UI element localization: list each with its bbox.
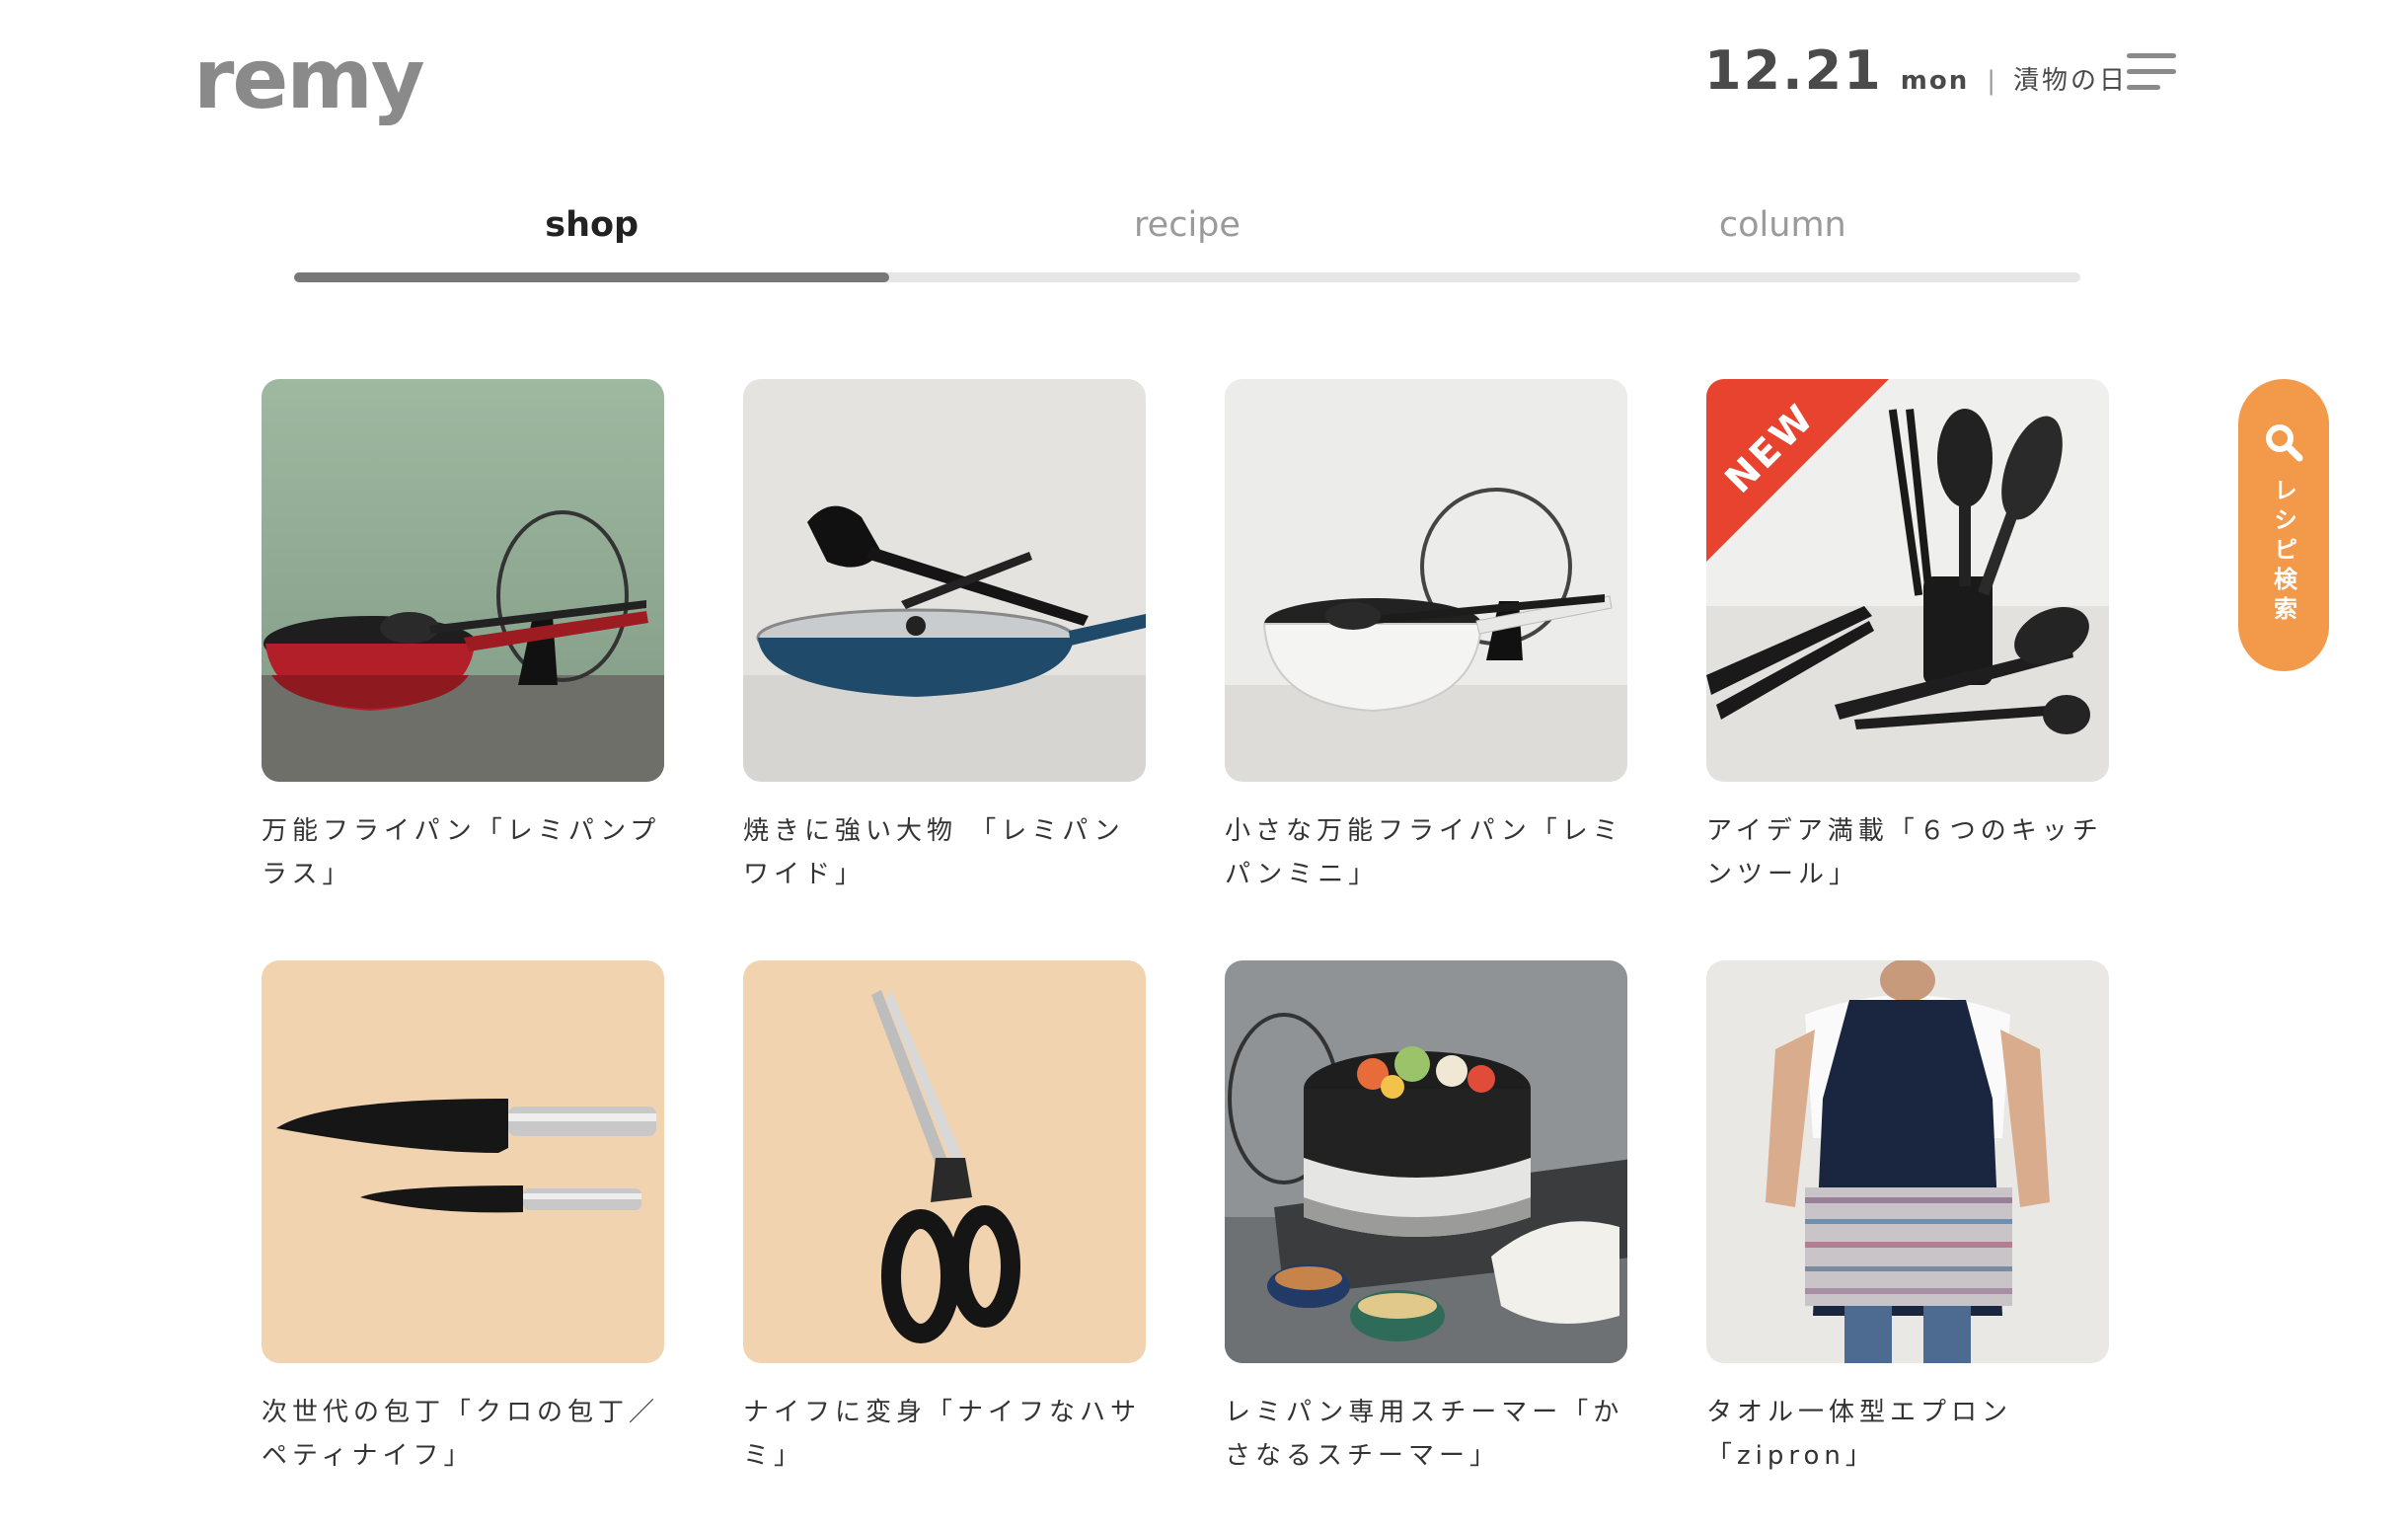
date-number: 12.21 [1703, 39, 1883, 102]
product-image-white-mini-pan[interactable] [1225, 379, 1627, 782]
product-title[interactable]: 焼きに強い大物 「レミパンワイド」 [743, 809, 1146, 896]
product-card[interactable]: NEW アイデア満載「６つのキッチンツール」 [1706, 379, 2109, 960]
tab-column[interactable]: column [1485, 205, 2080, 245]
product-title[interactable]: ナイフに変身「ナイフなハサミ」 [743, 1391, 1146, 1478]
product-title[interactable]: 小さな万能フライパン「レミパンミニ」 [1225, 809, 1627, 896]
product-image-black-scissors[interactable] [743, 960, 1146, 1363]
hamburger-menu-icon[interactable] [2127, 51, 2178, 95]
tab-recipe[interactable]: recipe [889, 205, 1484, 245]
product-title[interactable]: 次世代の包丁「クロの包丁／ペティナイフ」 [262, 1391, 664, 1478]
product-image-apron[interactable] [1706, 960, 2109, 1363]
recipe-search-label: レシピ検索 [2269, 478, 2297, 626]
product-image-kitchen-tools[interactable]: NEW [1706, 379, 2109, 782]
product-grid: 万能フライパン「レミパンプラス」 焼きに強い大物 「レミパンワイド」 小さな万能… [262, 379, 2113, 1528]
date-day-name: 漬物の日 [2012, 66, 2128, 96]
today-date: 12.21 mon | 漬物の日 [1703, 39, 2128, 102]
date-separator: | [1987, 66, 1995, 96]
date-weekday: mon [1900, 66, 1970, 96]
product-title[interactable]: アイデア満載「６つのキッチンツール」 [1706, 809, 2109, 896]
product-card[interactable]: 小さな万能フライパン「レミパンミニ」 [1225, 379, 1627, 960]
remy-logo[interactable]: remy [193, 38, 425, 120]
product-image-steamer[interactable] [1225, 960, 1627, 1363]
section-tabs: shop recipe column [294, 205, 2080, 245]
product-card[interactable]: レミパン専用スチーマー「かさなるスチーマー」 [1225, 960, 1627, 1528]
product-image-navy-wide-pan[interactable] [743, 379, 1146, 782]
recipe-search-button[interactable]: レシピ検索 [2238, 379, 2329, 671]
product-title[interactable]: レミパン専用スチーマー「かさなるスチーマー」 [1225, 1391, 1627, 1478]
product-card[interactable]: ナイフに変身「ナイフなハサミ」 [743, 960, 1146, 1528]
product-title[interactable]: 万能フライパン「レミパンプラス」 [262, 809, 664, 896]
tab-shop[interactable]: shop [294, 205, 889, 245]
search-icon [2266, 424, 2303, 462]
product-card[interactable]: 焼きに強い大物 「レミパンワイド」 [743, 379, 1146, 960]
product-card[interactable]: タオル一体型エプロン「zipron」 [1706, 960, 2109, 1528]
product-image-red-frying-pan[interactable] [262, 379, 664, 782]
product-card[interactable]: 次世代の包丁「クロの包丁／ペティナイフ」 [262, 960, 664, 1528]
product-card[interactable]: 万能フライパン「レミパンプラス」 [262, 379, 664, 960]
tab-indicator-track [294, 272, 2080, 282]
product-title[interactable]: タオル一体型エプロン「zipron」 [1706, 1391, 2109, 1478]
tab-indicator [294, 272, 889, 282]
product-image-black-knives[interactable] [262, 960, 664, 1363]
